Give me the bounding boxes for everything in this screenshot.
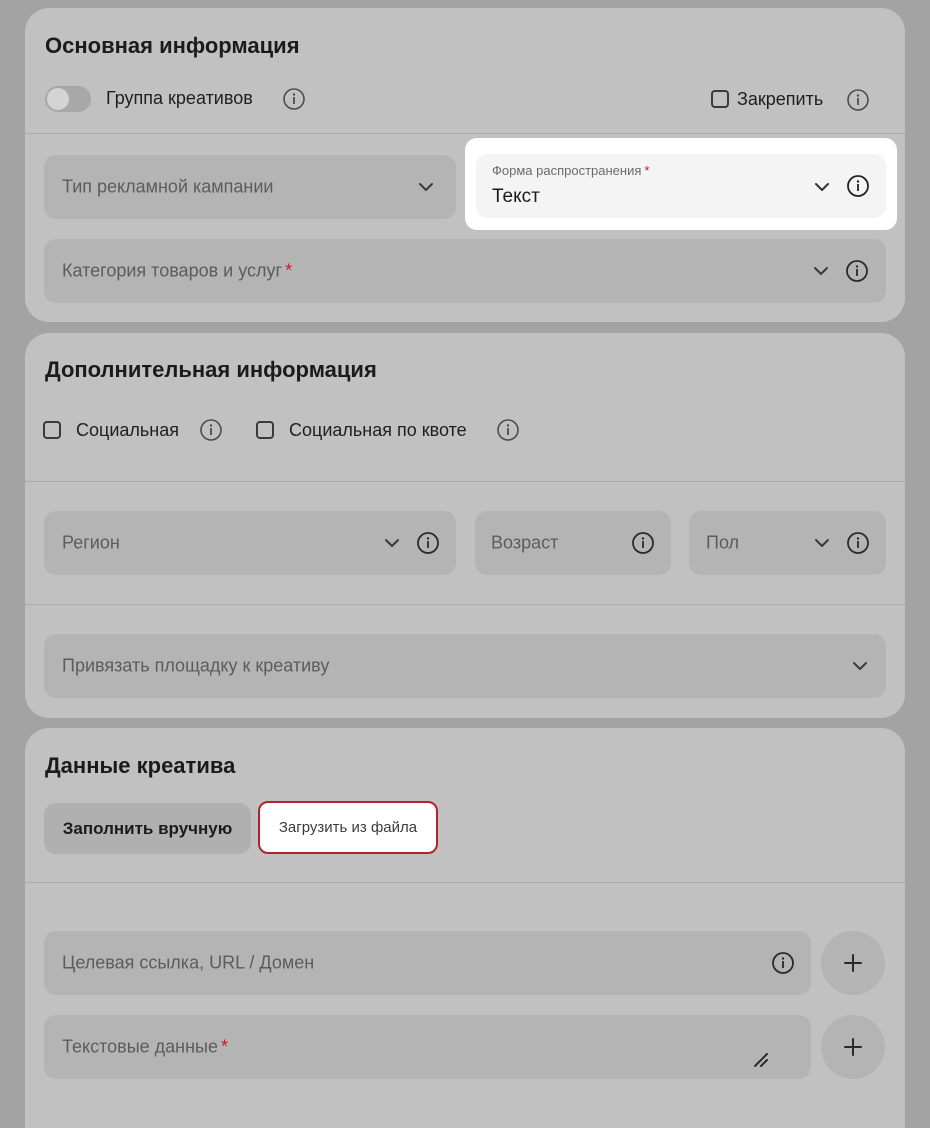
social-checkbox[interactable] bbox=[43, 421, 61, 439]
upload-from-file-button[interactable]: Загрузить из файла bbox=[258, 801, 438, 854]
info-icon[interactable] bbox=[631, 531, 655, 555]
divider bbox=[25, 604, 905, 605]
category-select[interactable]: Категория товаров и услуг * bbox=[44, 239, 886, 303]
distribution-form-select[interactable]: Форма распространения * Текст bbox=[476, 154, 886, 218]
creative-data-title: Данные креатива bbox=[45, 753, 236, 778]
chevron-down-icon bbox=[418, 182, 434, 192]
target-link-input[interactable]: Целевая ссылка, URL / Домен bbox=[44, 931, 811, 995]
info-icon[interactable] bbox=[199, 418, 223, 442]
distribution-form-label: Форма распространения * bbox=[492, 163, 650, 178]
resize-handle-icon[interactable] bbox=[752, 1051, 770, 1069]
category-placeholder: Категория товаров и услуг * bbox=[62, 260, 293, 281]
divider bbox=[25, 133, 905, 134]
age-input[interactable]: Возраст bbox=[475, 511, 671, 575]
text-data-input[interactable]: Текстовые данные * bbox=[44, 1015, 811, 1079]
divider bbox=[25, 882, 905, 883]
info-icon[interactable] bbox=[846, 531, 870, 555]
text-data-placeholder: Текстовые данные * bbox=[62, 1036, 228, 1057]
pin-checkbox[interactable] bbox=[711, 90, 729, 108]
plus-icon bbox=[844, 1038, 862, 1056]
info-icon[interactable] bbox=[282, 87, 306, 111]
gender-placeholder: Пол bbox=[706, 532, 740, 553]
gender-select[interactable]: Пол bbox=[689, 511, 886, 575]
chevron-down-icon bbox=[814, 182, 830, 192]
age-placeholder: Возраст bbox=[491, 532, 559, 553]
campaign-type-select[interactable]: Тип рекламной кампании bbox=[44, 155, 456, 219]
platform-select[interactable]: Привязать площадку к креативу bbox=[44, 634, 886, 698]
region-placeholder: Регион bbox=[62, 532, 120, 553]
creative-group-label: Группа креативов bbox=[106, 88, 253, 108]
creative-data-card: Данные креатива Целевая ссылка, URL / До… bbox=[25, 728, 905, 1128]
fill-manually-button[interactable]: Заполнить вручную bbox=[44, 803, 251, 854]
target-link-placeholder: Целевая ссылка, URL / Домен bbox=[62, 952, 315, 973]
divider bbox=[25, 481, 905, 482]
additional-info-card: Дополнительная информация Социальная Соц… bbox=[25, 333, 905, 718]
info-icon[interactable] bbox=[846, 88, 870, 112]
plus-icon bbox=[844, 954, 862, 972]
chevron-down-icon bbox=[384, 538, 400, 548]
additional-info-title: Дополнительная информация bbox=[45, 357, 377, 382]
campaign-type-placeholder: Тип рекламной кампании bbox=[62, 176, 274, 197]
info-icon[interactable] bbox=[416, 531, 440, 555]
add-text-button[interactable] bbox=[821, 1015, 885, 1079]
pin-label: Закрепить bbox=[737, 89, 824, 109]
info-icon[interactable] bbox=[496, 418, 520, 442]
info-icon[interactable] bbox=[846, 174, 870, 198]
add-link-button[interactable] bbox=[821, 931, 885, 995]
platform-placeholder: Привязать площадку к креативу bbox=[62, 655, 330, 676]
chevron-down-icon bbox=[852, 661, 868, 671]
toggle-knob bbox=[47, 88, 69, 110]
distribution-form-value: Текст bbox=[492, 186, 540, 207]
region-select[interactable]: Регион bbox=[44, 511, 456, 575]
social-quota-checkbox[interactable] bbox=[256, 421, 274, 439]
social-quota-label: Социальная по квоте bbox=[289, 420, 467, 440]
chevron-down-icon bbox=[813, 266, 829, 276]
info-icon[interactable] bbox=[845, 259, 869, 283]
basic-info-title: Основная информация bbox=[45, 33, 300, 58]
chevron-down-icon bbox=[814, 538, 830, 548]
social-label: Социальная bbox=[76, 420, 179, 440]
info-icon[interactable] bbox=[771, 951, 795, 975]
creative-group-toggle[interactable] bbox=[45, 86, 91, 112]
